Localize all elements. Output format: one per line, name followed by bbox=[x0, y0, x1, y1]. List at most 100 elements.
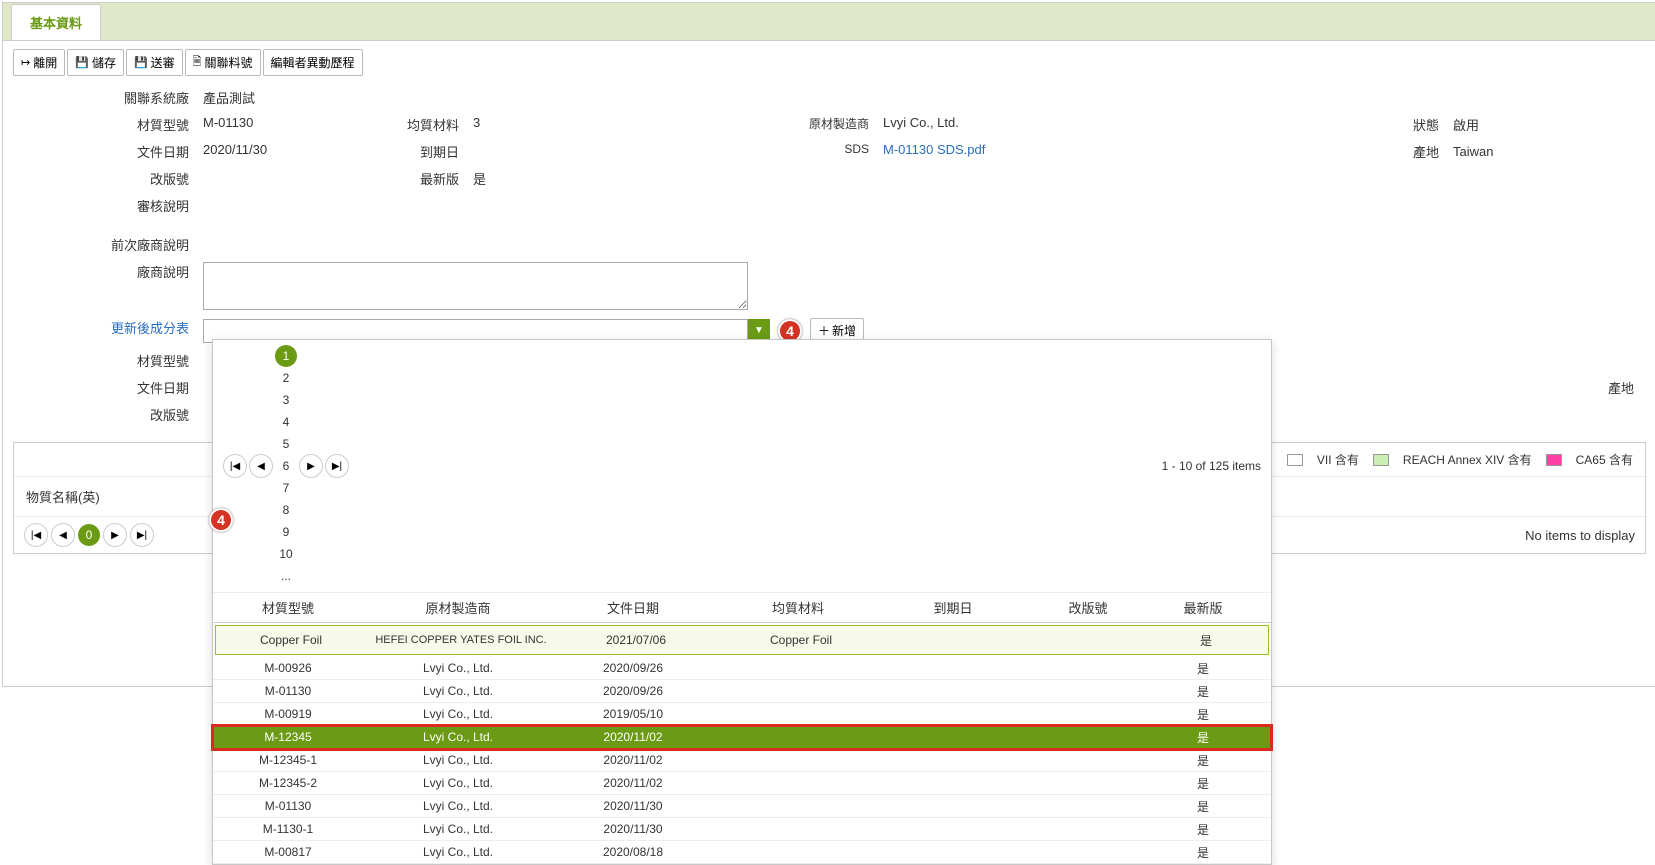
dd-cell-date: 2020/11/02 bbox=[553, 753, 713, 767]
dd-header-mfr[interactable]: 原材製造商 bbox=[363, 598, 553, 617]
plus-icon: ＋ bbox=[818, 322, 830, 339]
swatch-reach bbox=[1373, 454, 1389, 466]
dd-page-8[interactable]: 8 bbox=[275, 499, 297, 521]
sysfactory-label: 關聯系統廠 bbox=[13, 88, 203, 107]
dd-cell-mat: M-1130-1 bbox=[213, 822, 363, 836]
dd-header-rev[interactable]: 改版號 bbox=[1023, 598, 1153, 617]
expdate-label: 到期日 bbox=[393, 142, 473, 161]
dd-cell-mat: M-00926 bbox=[213, 661, 363, 675]
callout-4b: 4 bbox=[209, 508, 233, 532]
pager-page-0[interactable]: 0 bbox=[78, 524, 100, 546]
rev2-label: 改版號 bbox=[13, 405, 203, 424]
leave-button[interactable]: ↦離開 bbox=[13, 49, 65, 76]
dd-pager-last[interactable]: ▶| bbox=[325, 454, 349, 478]
dd-header-exp[interactable]: 到期日 bbox=[883, 598, 1023, 617]
link-partno-button[interactable]: 🗎關聯料號 bbox=[185, 49, 261, 76]
dd-page-3[interactable]: 3 bbox=[275, 389, 297, 411]
mfr-label: 原材製造商 bbox=[773, 115, 883, 132]
legend-reach: REACH Annex XIV 含有 bbox=[1403, 451, 1532, 468]
dd-cell-mfr: Lvyi Co., Ltd. bbox=[363, 661, 553, 675]
dd-page-1[interactable]: 1 bbox=[275, 345, 297, 367]
dd-cell-date: 2020/11/30 bbox=[553, 822, 713, 836]
vendor-label: 廠商說明 bbox=[13, 262, 203, 281]
pager-last[interactable]: ▶| bbox=[130, 523, 154, 547]
history-button[interactable]: 編輯者異動歷程 bbox=[263, 49, 363, 76]
dd-cell-mat: M-00817 bbox=[213, 845, 363, 859]
vendor-desc-input[interactable] bbox=[203, 262, 748, 310]
docdate-label: 文件日期 bbox=[13, 142, 203, 161]
dd-cell-mfr: Lvyi Co., Ltd. bbox=[363, 730, 553, 744]
dd-page-7[interactable]: 7 bbox=[275, 477, 297, 499]
homo-value: 3 bbox=[473, 115, 480, 134]
dd-cell-latest: 是 bbox=[1153, 683, 1253, 700]
dd-header-mat[interactable]: 材質型號 bbox=[213, 598, 363, 617]
matno-value: M-01130 bbox=[203, 115, 253, 134]
dd-cell-date: 2020/09/26 bbox=[553, 684, 713, 698]
dd-header-date[interactable]: 文件日期 bbox=[553, 598, 713, 617]
dd-row[interactable]: M-1130-1Lvyi Co., Ltd.2020/11/30是 bbox=[213, 818, 1271, 841]
dd-cell-mat: M-12345 bbox=[213, 730, 363, 744]
submit-icon: 💾 bbox=[134, 56, 148, 69]
dd-page-6[interactable]: 6 bbox=[275, 455, 297, 477]
dd-cell-date: 2019/05/10 bbox=[553, 707, 713, 721]
dd-page-2[interactable]: 2 bbox=[275, 367, 297, 389]
submit-button[interactable]: 💾送審 bbox=[126, 49, 183, 76]
tab-bar: 基本資料 bbox=[3, 3, 1655, 41]
dd-cell-mfr: Lvyi Co., Ltd. bbox=[363, 684, 553, 698]
dd-pager-first[interactable]: |◀ bbox=[223, 454, 247, 478]
dd-pager-prev[interactable]: ◀ bbox=[249, 454, 273, 478]
dd-page-4[interactable]: 4 bbox=[275, 411, 297, 433]
dd-cell-latest: 是 bbox=[1153, 706, 1253, 723]
docdate2-label: 文件日期 bbox=[13, 378, 203, 397]
dd-cell-latest: 是 bbox=[1153, 844, 1253, 861]
pager-first[interactable]: |◀ bbox=[24, 523, 48, 547]
dd-cell-mat: M-01130 bbox=[213, 799, 363, 813]
dd-cell-mat: M-01130 bbox=[213, 684, 363, 698]
dd-row[interactable]: M-00919Lvyi Co., Ltd.2019/05/10是 bbox=[213, 703, 1271, 726]
updatecomp-label: 更新後成分表 bbox=[13, 318, 203, 337]
mfr-value: Lvyi Co., Ltd. bbox=[883, 115, 959, 132]
dd-page-10[interactable]: 10 bbox=[275, 543, 297, 565]
dd-cell-date: 2020/11/02 bbox=[553, 776, 713, 790]
dd-cell-mat: M-12345-2 bbox=[213, 776, 363, 790]
latest-label: 最新版 bbox=[393, 169, 473, 188]
docdate-value: 2020/11/30 bbox=[203, 142, 267, 161]
dd-cell-mfr: Lvyi Co., Ltd. bbox=[363, 845, 553, 859]
caret-down-icon: ▼ bbox=[754, 325, 764, 336]
swatch-ca65 bbox=[1546, 454, 1562, 466]
dd-row[interactable]: M-12345Lvyi Co., Ltd.2020/11/02是 bbox=[213, 726, 1271, 749]
dd-cell-mfr: HEFEI COPPER YATES FOIL INC. bbox=[366, 634, 556, 646]
dd-cell-latest: 是 bbox=[1153, 752, 1253, 769]
sds-link[interactable]: M-01130 SDS.pdf bbox=[883, 142, 985, 157]
pager-next[interactable]: ▶ bbox=[103, 523, 127, 547]
status-value: 啟用 bbox=[1453, 115, 1479, 134]
dd-pager-next[interactable]: ▶ bbox=[299, 454, 323, 478]
sds-label: SDS bbox=[773, 142, 883, 157]
dd-row[interactable]: M-12345-1Lvyi Co., Ltd.2020/11/02是 bbox=[213, 749, 1271, 772]
legend-ca65: CA65 含有 bbox=[1576, 451, 1633, 468]
matno2-label: 材質型號 bbox=[13, 351, 203, 370]
no-items-label: No items to display bbox=[1525, 528, 1635, 543]
save-button[interactable]: 💾儲存 bbox=[67, 49, 124, 76]
dd-row[interactable]: Copper FoilHEFEI COPPER YATES FOIL INC.2… bbox=[215, 625, 1269, 655]
dd-header-latest[interactable]: 最新版 bbox=[1153, 598, 1253, 617]
dd-cell-latest: 是 bbox=[1153, 729, 1253, 746]
dd-cell-mfr: Lvyi Co., Ltd. bbox=[363, 822, 553, 836]
dd-row[interactable]: M-01130Lvyi Co., Ltd.2020/11/30是 bbox=[213, 795, 1271, 818]
origin-value: Taiwan bbox=[1453, 144, 1493, 159]
dd-page-9[interactable]: 9 bbox=[275, 521, 297, 543]
dd-row[interactable]: M-12345-2Lvyi Co., Ltd.2020/11/02是 bbox=[213, 772, 1271, 795]
save-icon: 💾 bbox=[75, 56, 89, 69]
doc-icon: 🗎 bbox=[193, 53, 202, 72]
dd-row[interactable]: M-00817Lvyi Co., Ltd.2020/08/18 是 bbox=[213, 841, 1271, 864]
dd-cell-latest: 是 bbox=[1156, 632, 1256, 649]
dd-row[interactable]: M-01130Lvyi Co., Ltd.2020/09/26 是 bbox=[213, 680, 1271, 703]
dd-cell-date: 2020/08/18 bbox=[553, 845, 713, 859]
dd-page-...[interactable]: ... bbox=[275, 565, 297, 587]
dd-row[interactable]: M-00926Lvyi Co., Ltd.2020/09/26是 bbox=[213, 657, 1271, 680]
pager-prev[interactable]: ◀ bbox=[51, 523, 75, 547]
dd-page-5[interactable]: 5 bbox=[275, 433, 297, 455]
homo-label: 均質材料 bbox=[393, 115, 473, 134]
dd-header-homo[interactable]: 均質材料 bbox=[713, 598, 883, 617]
tab-basic[interactable]: 基本資料 bbox=[11, 4, 101, 40]
